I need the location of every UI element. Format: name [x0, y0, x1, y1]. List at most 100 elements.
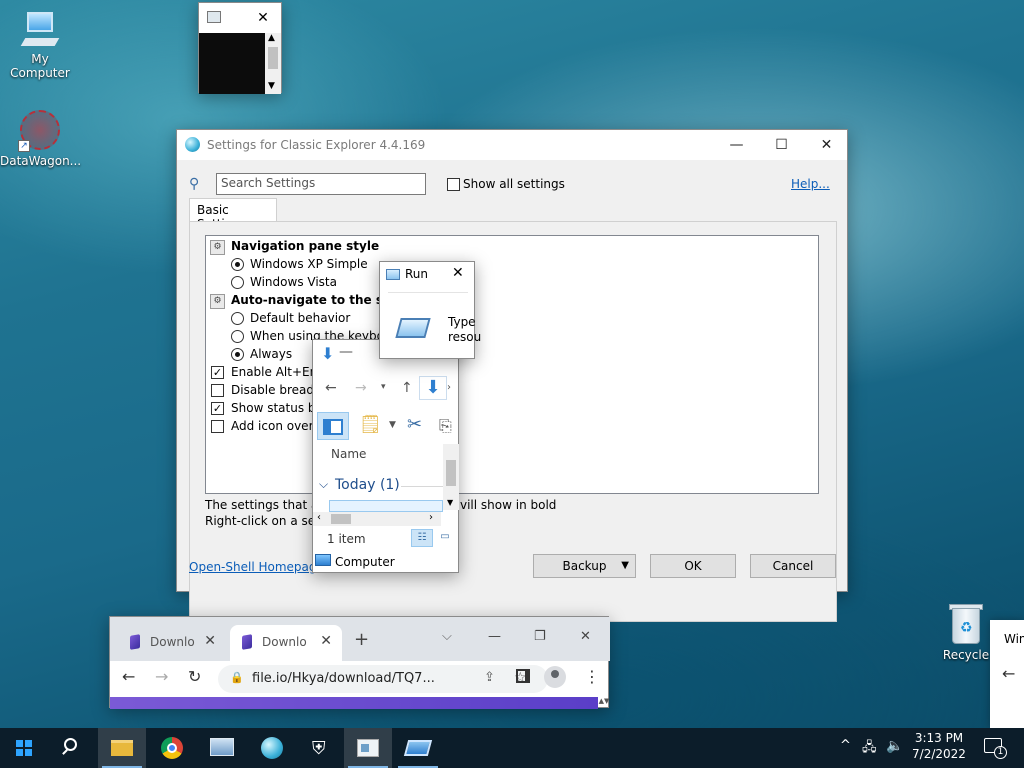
back-arrow-icon[interactable]: ←	[325, 380, 337, 396]
network-icon[interactable]: 🖧	[862, 738, 877, 760]
cut-icon[interactable]: ✂	[407, 414, 422, 435]
radio-always[interactable]	[231, 348, 244, 361]
taskbar-file-explorer[interactable]	[98, 728, 146, 768]
minimize-icon[interactable]: —	[488, 629, 501, 644]
minimize-button[interactable]: —	[714, 130, 759, 160]
tab-basic-settings[interactable]: Basic Settings	[189, 198, 277, 231]
run-instructions-line2: resou	[448, 330, 482, 344]
up-arrow-icon[interactable]: ↑	[401, 380, 413, 396]
close-icon[interactable]: ✕	[452, 265, 464, 281]
column-header-name[interactable]: Name	[331, 447, 366, 461]
details-view-button[interactable]: ☷	[411, 529, 433, 547]
address-bar[interactable]: 🔒 file.io/Hkya/download/TQ7... ⇪ ☆	[218, 665, 548, 693]
status-item-count: 1 item	[327, 532, 366, 546]
footer-text-line1-right: vill show in bold	[460, 498, 557, 512]
group-header-today[interactable]: Today (1)	[335, 477, 400, 493]
close-button[interactable]: ✕	[804, 130, 849, 160]
backup-button[interactable]: Backup ▼	[533, 554, 636, 578]
search-input[interactable]: Search Settings	[216, 173, 426, 195]
address-chevron-icon[interactable]: ›	[447, 382, 451, 393]
chrome-icon-center	[167, 743, 177, 753]
restore-icon[interactable]: ❐	[534, 629, 546, 644]
radio-when-using-keyboard[interactable]	[231, 330, 244, 343]
share-icon[interactable]: ⇪	[484, 670, 495, 685]
settings-titlebar[interactable]: Settings for Classic Explorer 4.4.169 — …	[177, 130, 847, 160]
back-arrow-icon[interactable]: ←	[1002, 664, 1015, 683]
navigation-pane-button[interactable]	[317, 412, 349, 440]
forward-arrow-icon[interactable]: →	[155, 667, 168, 686]
page-scroll-icon[interactable]: ▲▼	[598, 697, 610, 709]
desktop-icon-datawagon[interactable]: ↗ DataWagon...	[0, 108, 81, 168]
reload-icon[interactable]: ↻	[188, 667, 201, 686]
show-hidden-icons-chevron[interactable]: ^	[840, 738, 851, 753]
downloads-folder-icon[interactable]: ⬇	[419, 376, 447, 400]
scroll-thumb[interactable]	[446, 460, 456, 486]
dropdown-arrow-icon[interactable]: ▼	[389, 420, 396, 430]
tab-download-1[interactable]: Downlo ✕	[118, 625, 226, 661]
taskbar-console-window[interactable]	[344, 728, 392, 768]
radio-default-behavior[interactable]	[231, 312, 244, 325]
scroll-up-icon[interactable]: ▲	[268, 33, 275, 43]
profile-avatar[interactable]	[544, 666, 566, 688]
collapse-chevron-icon[interactable]: ⌵	[319, 477, 328, 492]
scroll-left-icon[interactable]: ‹	[317, 512, 321, 523]
radio-windows-vista[interactable]	[231, 276, 244, 289]
volume-icon[interactable]: 🔈	[886, 738, 903, 754]
checkbox-disable-breadcrumbs[interactable]	[211, 384, 224, 397]
copy-icon[interactable]: ⎘	[439, 416, 452, 436]
forward-arrow-icon[interactable]: →	[355, 380, 367, 396]
desktop-icon-my-computer[interactable]: My Computer	[0, 10, 80, 80]
start-button[interactable]	[0, 728, 48, 768]
checkbox-add-icon-overlay[interactable]	[211, 420, 224, 433]
file-row-partial[interactable]	[329, 500, 443, 512]
help-link[interactable]: Help...	[791, 177, 830, 191]
taskbar-remote-desktop[interactable]	[198, 728, 246, 768]
dropdown-arrow-icon: ▼	[621, 560, 629, 571]
properties-icon[interactable]: 🗒	[359, 414, 382, 435]
vertical-scrollbar[interactable]: ▲ ▼	[265, 33, 281, 94]
new-tab-button[interactable]: +	[354, 629, 369, 650]
scroll-thumb[interactable]	[331, 514, 351, 524]
footer-text-line2: Right-click on a setti	[205, 514, 328, 528]
radio-label: Windows Vista	[250, 275, 337, 289]
back-arrow-icon[interactable]: ←	[122, 667, 135, 686]
ok-button[interactable]: OK	[650, 554, 736, 578]
close-tab-icon[interactable]: ✕	[204, 633, 216, 649]
notification-toast[interactable]: Win ←	[990, 620, 1024, 728]
close-icon[interactable]: ✕	[580, 629, 591, 644]
radio-label: Always	[250, 347, 293, 361]
scroll-down-icon[interactable]: ▼	[268, 81, 275, 91]
tab-download-2[interactable]: Downlo ✕	[230, 625, 342, 661]
horizontal-scrollbar[interactable]: ‹ ›	[313, 512, 441, 526]
settings-tree[interactable]: ⚙ Navigation pane style Windows XP Simpl…	[205, 235, 819, 494]
taskbar-chrome[interactable]	[148, 728, 196, 768]
taskbar-run[interactable]	[394, 728, 442, 768]
taskbar-open-shell[interactable]	[248, 728, 296, 768]
show-all-settings-checkbox[interactable]	[447, 178, 460, 191]
pane-icon	[323, 419, 343, 435]
large-icons-view-button[interactable]: ▭	[435, 529, 455, 547]
search-button[interactable]	[48, 728, 96, 768]
checkbox-show-status-bar[interactable]: ✓	[211, 402, 224, 415]
maximize-button[interactable]: ☐	[759, 130, 804, 160]
explorer-scrollbar[interactable]: ▼	[443, 444, 459, 510]
scroll-right-icon[interactable]: ›	[429, 512, 433, 523]
nav-item-computer[interactable]: Computer	[335, 555, 395, 569]
fileio-favicon-icon	[130, 634, 140, 650]
radio-windows-xp-simple[interactable]	[231, 258, 244, 271]
menu-kebab-icon[interactable]: ⋮	[584, 667, 600, 686]
tab-search-icon[interactable]: ⌵	[442, 629, 452, 644]
scroll-down-icon[interactable]: ▼	[447, 498, 453, 507]
open-shell-homepage-link[interactable]: Open-Shell Homepage	[189, 560, 324, 574]
clock[interactable]: 3:13 PM 7/2/2022	[908, 731, 970, 761]
group-title-navigation-pane: Navigation pane style	[231, 239, 380, 253]
recycle-bin-icon: ♻	[949, 602, 983, 646]
recent-chevron-icon[interactable]: ▾	[381, 382, 386, 392]
close-tab-icon[interactable]: ✕	[320, 633, 332, 649]
taskbar-security[interactable]: ⛨	[296, 728, 344, 768]
cancel-button[interactable]: Cancel	[750, 554, 836, 578]
side-panel-icon[interactable]	[516, 669, 530, 683]
scroll-thumb[interactable]	[268, 47, 278, 69]
checkbox-enable-alt-enter[interactable]: ✓	[211, 366, 224, 379]
close-icon[interactable]: ✕	[251, 6, 275, 30]
